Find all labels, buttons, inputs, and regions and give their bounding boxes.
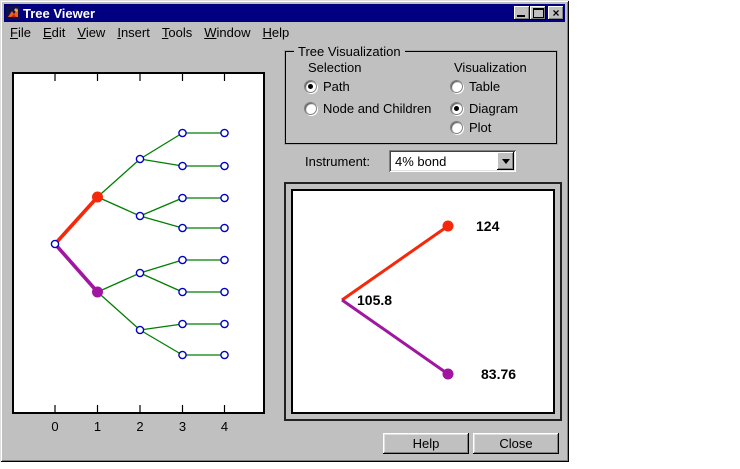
instrument-dropdown-arrow-button[interactable]: [497, 152, 514, 170]
x-tick-label-0: 0: [51, 419, 59, 434]
chevron-down-icon: [501, 158, 510, 164]
radio-label-diagram: Diagram: [469, 101, 519, 116]
tree-node-n4h[interactable]: [220, 350, 229, 360]
tree-node-n3d[interactable]: [178, 223, 187, 233]
tree-node-n4d[interactable]: [220, 223, 229, 233]
menu-accelerator: T: [161, 25, 169, 40]
tree-node-n3c[interactable]: [178, 193, 187, 203]
tree-node-n3g[interactable]: [178, 319, 187, 329]
x-tick-label-4: 4: [220, 419, 229, 434]
radio-indicator-table[interactable]: [450, 80, 463, 93]
tree-node-n3b[interactable]: [178, 161, 187, 171]
tree-node-n2b[interactable]: [135, 211, 145, 221]
instrument-dropdown[interactable]: 4% bond: [389, 150, 516, 172]
menu-accelerator: E: [42, 25, 52, 40]
menu-item-window[interactable]: Window: [198, 23, 256, 43]
radio-diagram[interactable]: Diagram: [450, 101, 518, 116]
tree-axes-panel: [12, 72, 265, 414]
minimize-icon: [517, 15, 525, 17]
visualization-label: Visualization: [454, 60, 527, 75]
radio-node-and-children[interactable]: Node and Children: [304, 101, 431, 116]
minimize-button[interactable]: [514, 6, 530, 20]
maximize-button[interactable]: [530, 6, 546, 20]
path-node-label-2: 83.76: [481, 366, 516, 382]
tree-node-n4e[interactable]: [220, 255, 229, 265]
radio-indicator-diagram[interactable]: [450, 102, 463, 115]
window-title: Tree Viewer: [23, 5, 96, 21]
menu-item-file[interactable]: File: [6, 23, 37, 43]
menu-accelerator: I: [117, 25, 121, 40]
path-diagram-canvas: 105.8 124 83.76: [291, 189, 555, 414]
path-edge: [341, 224, 449, 302]
close-icon: ×: [552, 6, 560, 20]
tree-node-n1d[interactable]: [92, 286, 103, 298]
tree-node-n2a[interactable]: [135, 154, 145, 164]
tree-node-n1u[interactable]: [92, 191, 103, 203]
tree-viewer-window: Tree Viewer × File Edit View Insert Tools Win…: [0, 0, 569, 462]
radio-path[interactable]: Path: [304, 79, 350, 94]
radio-label-plot: Plot: [469, 120, 492, 135]
close-button[interactable]: ×: [548, 6, 564, 20]
tree-node-n4a[interactable]: [220, 128, 229, 138]
tree-node-n2c[interactable]: [135, 268, 145, 278]
path-edge: [341, 298, 449, 376]
instrument-label: Instrument:: [305, 154, 371, 169]
tree-node-n4f[interactable]: [220, 287, 229, 297]
tree-node-n4c[interactable]: [220, 193, 229, 203]
menu-bar: File Edit View Insert Tools Window Help: [6, 23, 563, 43]
radio-plot[interactable]: Plot: [450, 120, 491, 135]
x-tick-label-3: 3: [178, 419, 187, 434]
menu-item-help[interactable]: Help: [256, 23, 295, 43]
tree-node-n3e[interactable]: [178, 255, 187, 265]
radio-table[interactable]: Table: [450, 79, 500, 94]
x-tick-label-1: 1: [93, 419, 102, 434]
radio-indicator-plot[interactable]: [450, 121, 463, 134]
menu-item-insert[interactable]: Insert: [111, 23, 156, 43]
radio-indicator-path[interactable]: [304, 80, 317, 93]
menu-item-edit[interactable]: Edit: [37, 23, 71, 43]
matlab-logo-icon: [6, 6, 20, 20]
tree-node-n4b[interactable]: [220, 161, 229, 171]
instrument-dropdown-value: 4% bond: [395, 154, 447, 169]
tree-node-n3a[interactable]: [178, 128, 187, 138]
tree-node-n0[interactable]: [50, 239, 60, 249]
x-tick-label-2: 2: [136, 419, 144, 434]
menu-item-tools[interactable]: Tools: [156, 23, 198, 43]
path-node-label-1: 124: [476, 218, 500, 234]
help-button[interactable]: Help: [383, 433, 469, 454]
tree-node-n3h[interactable]: [178, 350, 187, 360]
radio-label-table: Table: [469, 79, 501, 94]
close-dialog-button[interactable]: Close: [473, 433, 559, 454]
title-bar[interactable]: Tree Viewer ×: [4, 4, 565, 22]
tree-node-n4g[interactable]: [220, 319, 229, 329]
radio-indicator-node-and-children[interactable]: [304, 102, 317, 115]
menu-accelerator: V: [77, 25, 86, 40]
tree-node-n2d[interactable]: [135, 325, 145, 335]
groupbox-title: Tree Visualization: [294, 44, 405, 59]
menu-accelerator: F: [10, 25, 18, 40]
window-controls: ×: [514, 6, 565, 20]
selection-label: Selection: [308, 60, 362, 75]
menu-accelerator: W: [204, 25, 217, 40]
radio-label-path: Path: [323, 79, 350, 94]
maximize-icon: [532, 8, 544, 18]
path-node-label-0: 105.8: [357, 292, 392, 308]
tree-plot: [12, 72, 265, 414]
menu-item-view[interactable]: View: [71, 23, 111, 43]
path-node-2[interactable]: [442, 368, 454, 380]
menu-accelerator: H: [262, 25, 272, 40]
path-diagram: 105.8 124 83.76: [341, 218, 516, 382]
path-diagram-panel: 105.8 124 83.76: [284, 182, 562, 421]
path-node-1[interactable]: [442, 220, 454, 232]
tree-visualization-groupbox: Tree Visualization Selection Visualizati…: [285, 44, 557, 144]
x-axis-tick-labels: 0 1 2 3 4: [0, 419, 280, 434]
axes-box: [12, 72, 265, 414]
screen: Tree Viewer × File Edit View Insert Tools Win…: [0, 0, 740, 469]
radio-label-node-and-children: Node and Children: [323, 101, 432, 116]
tree-node-n3f[interactable]: [178, 287, 187, 297]
